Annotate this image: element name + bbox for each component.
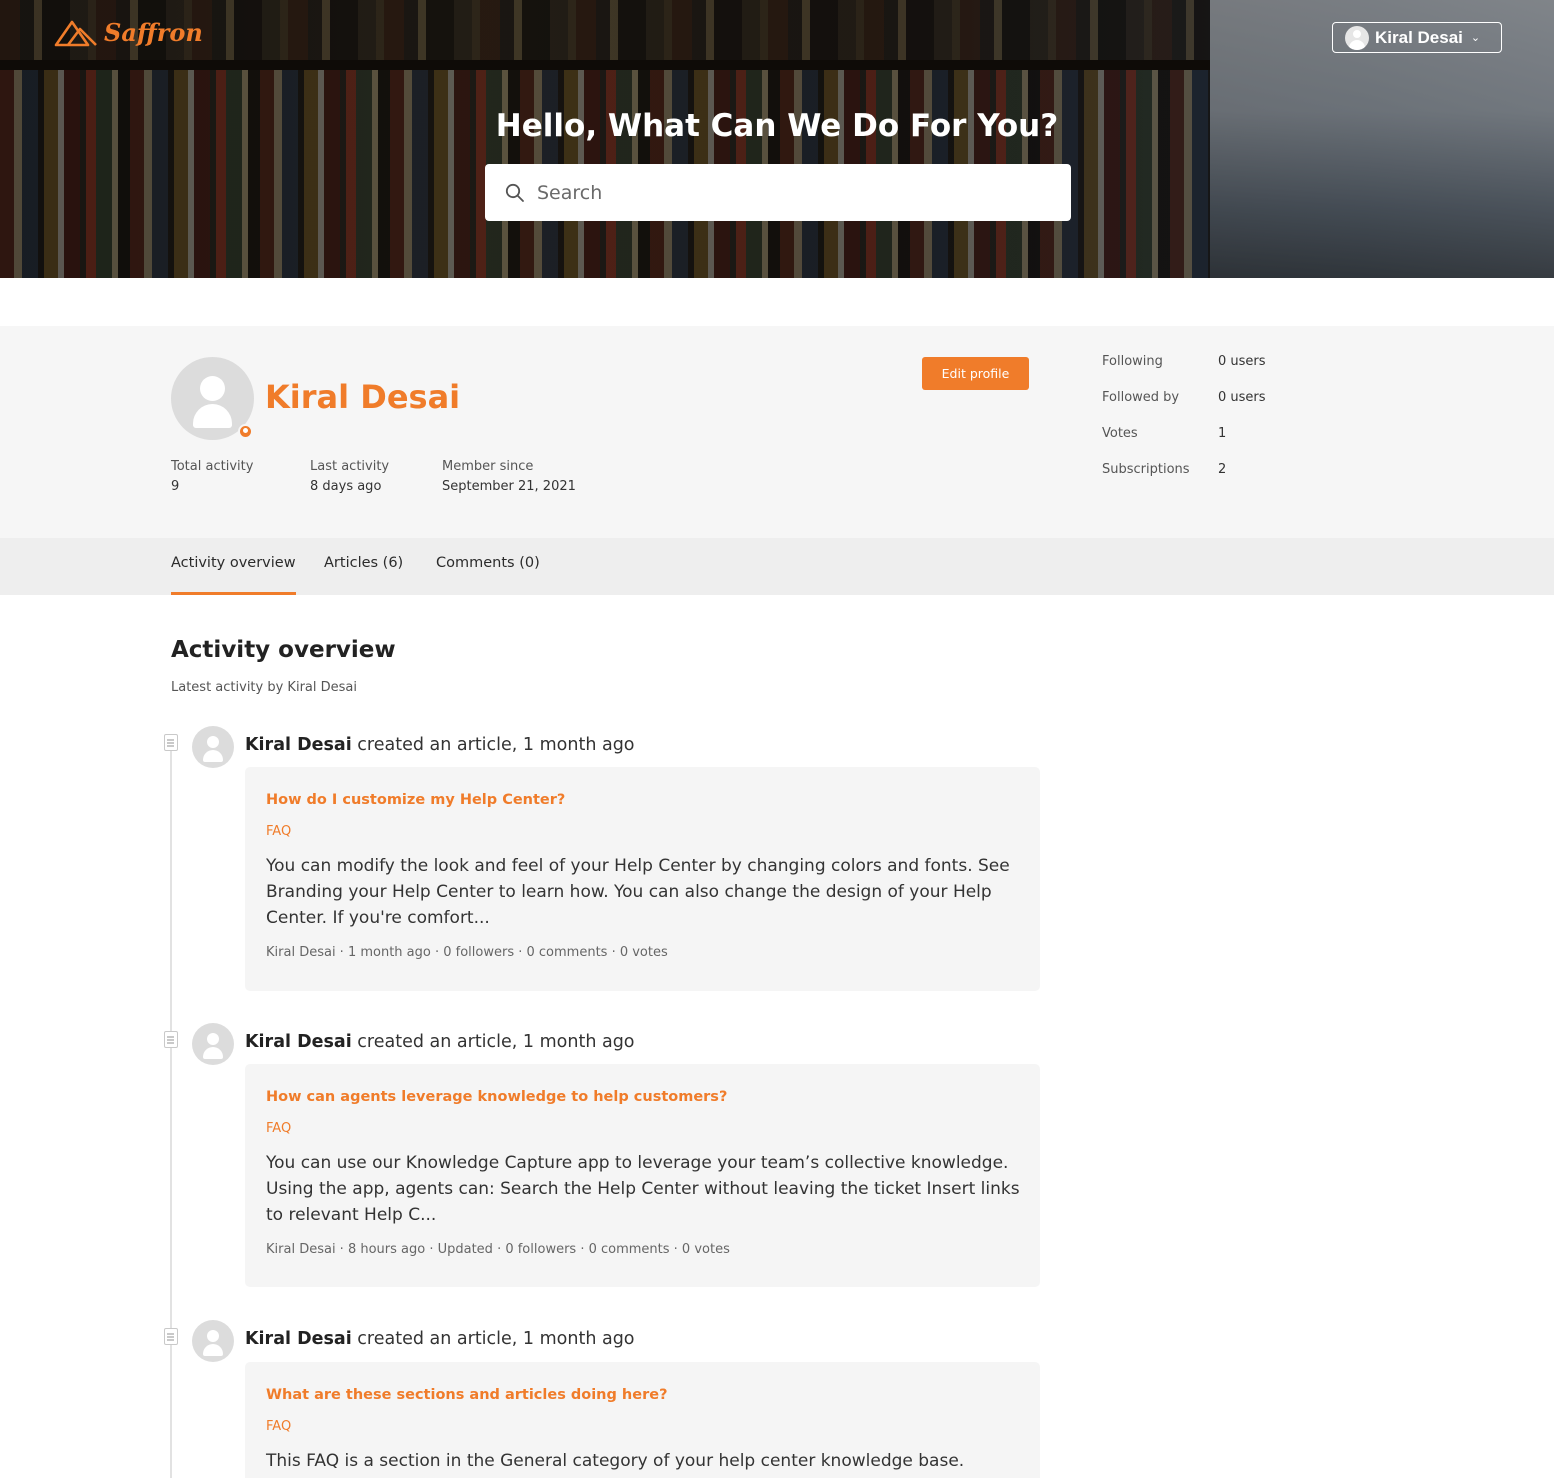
stat-value: September 21, 2021	[442, 479, 576, 494]
article-title-link[interactable]: How can agents leverage knowledge to hel…	[266, 1089, 1019, 1105]
stat-label: Last activity	[310, 459, 390, 474]
stat-value: 8 days ago	[310, 479, 382, 494]
stat-member-since: Member since September 21, 2021	[442, 457, 576, 497]
activity-action: created an article, 1 month ago	[357, 1032, 635, 1052]
activity-entry-header: Kiral Desai created an article, 1 month …	[245, 1329, 635, 1349]
article-category-link[interactable]: FAQ	[266, 1419, 1019, 1434]
document-icon	[164, 1031, 178, 1048]
article-title-link[interactable]: What are these sections and articles doi…	[266, 1387, 1019, 1403]
activity-subtitle: Latest activity by Kiral Desai	[171, 680, 357, 695]
stat-label: Member since	[442, 459, 534, 474]
side-stat-label: Subscriptions	[1102, 462, 1190, 477]
edit-profile-button[interactable]: Edit profile	[922, 357, 1029, 390]
avatar	[192, 1320, 234, 1362]
user-badge-icon	[238, 424, 253, 439]
tab-activity-overview[interactable]: Activity overview	[171, 555, 296, 595]
profile-side-stats: Following 0 users Followed by 0 users Vo…	[1102, 354, 1266, 498]
logo-text: Saffron	[104, 18, 203, 47]
search-box[interactable]	[485, 164, 1071, 221]
avatar	[1345, 25, 1369, 50]
activity-entry-header: Kiral Desai created an article, 1 month …	[245, 735, 635, 755]
brand-logo[interactable]: Saffron	[54, 18, 203, 47]
side-stat-votes: Votes 1	[1102, 426, 1266, 462]
side-stat-value[interactable]: 0 users	[1218, 354, 1266, 369]
article-card: How can agents leverage knowledge to hel…	[245, 1064, 1040, 1287]
search-icon	[505, 183, 524, 202]
profile-header: Kiral Desai Total activity 9 Last activi…	[0, 326, 1554, 538]
stat-last-activity: Last activity 8 days ago	[310, 457, 389, 497]
article-title-link[interactable]: How do I customize my Help Center?	[266, 792, 1019, 808]
side-stat-followed-by: Followed by 0 users	[1102, 390, 1266, 426]
article-card: How do I customize my Help Center? FAQ Y…	[245, 767, 1040, 991]
search-input[interactable]	[537, 181, 1037, 204]
document-icon	[164, 734, 178, 751]
article-excerpt: You can use our Knowledge Capture app to…	[266, 1153, 1020, 1225]
article-category-link[interactable]: FAQ	[266, 1121, 1019, 1136]
user-menu-button[interactable]: Kiral Desai ⌄	[1332, 22, 1502, 53]
activity-action: created an article, 1 month ago	[357, 1329, 635, 1349]
side-stat-value[interactable]: 0 users	[1218, 390, 1266, 405]
article-card: What are these sections and articles doi…	[245, 1362, 1040, 1478]
profile-tabs: Activity overview Articles (6) Comments …	[0, 538, 1554, 595]
activity-author[interactable]: Kiral Desai	[245, 1329, 352, 1349]
side-stat-label: Following	[1102, 354, 1163, 369]
tab-comments[interactable]: Comments (0)	[436, 555, 540, 571]
activity-author[interactable]: Kiral Desai	[245, 1032, 352, 1052]
article-meta: Kiral Desai · 1 month ago · 0 followers …	[266, 945, 668, 960]
side-stat-value: 1	[1218, 426, 1227, 441]
hero-title: Hello, What Can We Do For You?	[495, 108, 1059, 144]
mountain-logo-icon	[54, 20, 97, 46]
side-stat-subscriptions: Subscriptions 2	[1102, 462, 1266, 498]
article-excerpt: You can modify the look and feel of your…	[266, 856, 1010, 928]
article-category-link[interactable]: FAQ	[266, 824, 1019, 839]
article-excerpt: This FAQ is a section in the General cat…	[266, 1451, 965, 1471]
stat-total-activity: Total activity 9	[171, 457, 253, 497]
side-stat-label: Followed by	[1102, 390, 1180, 405]
side-stat-label: Votes	[1102, 426, 1138, 441]
tab-articles[interactable]: Articles (6)	[324, 555, 403, 571]
side-stat-following: Following 0 users	[1102, 354, 1266, 390]
activity-author[interactable]: Kiral Desai	[245, 735, 352, 755]
activity-title: Activity overview	[171, 637, 396, 663]
stat-value: 9	[171, 479, 180, 494]
chevron-down-icon: ⌄	[1470, 31, 1481, 44]
avatar	[192, 1023, 234, 1065]
stat-label: Total activity	[171, 459, 254, 474]
avatar	[192, 726, 234, 768]
timeline-line	[170, 750, 172, 1478]
side-stat-value: 2	[1218, 462, 1227, 477]
article-meta: Kiral Desai · 8 hours ago · Updated · 0 …	[266, 1242, 730, 1257]
user-menu-name: Kiral Desai	[1375, 27, 1463, 47]
activity-action: created an article, 1 month ago	[357, 735, 635, 755]
profile-name: Kiral Desai	[265, 378, 461, 416]
hero-banner: Saffron Kiral Desai ⌄ Hello, What Can We…	[0, 0, 1554, 278]
activity-entry-header: Kiral Desai created an article, 1 month …	[245, 1032, 635, 1052]
document-icon	[164, 1328, 178, 1345]
